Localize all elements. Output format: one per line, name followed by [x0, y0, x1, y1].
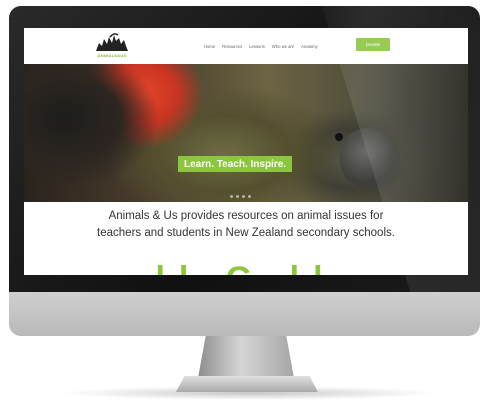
monitor-screen: ANIMALS&US Home Resources Lessons Who we…	[24, 28, 468, 275]
carousel-dot[interactable]	[248, 195, 251, 198]
carousel-dot[interactable]	[236, 195, 239, 198]
intro-text: Animals & Us provides resources on anima…	[24, 208, 468, 242]
parrot-beak	[340, 128, 400, 188]
site-navigation: ANIMALS&US Home Resources Lessons Who we…	[24, 28, 468, 64]
carousel-dots	[230, 195, 251, 198]
carousel-dot[interactable]	[230, 195, 233, 198]
nav-link-anatomy[interactable]: Anatomy	[301, 44, 318, 49]
nav-link-home[interactable]: Home	[204, 44, 215, 49]
carousel-dot[interactable]	[242, 195, 245, 198]
nav-links: Home Resources Lessons Who we are Anatom…	[204, 40, 318, 52]
hero-slogan: Learn. Teach. Inspire.	[178, 156, 293, 172]
animals-logo-icon	[96, 33, 128, 51]
site-logo[interactable]: ANIMALS&US	[90, 31, 134, 61]
section-heading-teaser: ll G ll	[24, 262, 468, 275]
hero-banner: Learn. Teach. Inspire.	[24, 64, 468, 202]
parrot-eye	[334, 132, 344, 142]
nav-link-lessons[interactable]: Lessons	[249, 44, 265, 49]
logo-text: ANIMALS&US	[97, 53, 127, 58]
monitor-stand-base	[176, 376, 318, 392]
intro-line-1: Animals & Us provides resources on anima…	[108, 210, 384, 222]
donate-button-label: Donate	[365, 42, 381, 47]
nav-link-who-we-are[interactable]: Who we are	[272, 44, 294, 49]
intro-line-2: teachers and students in New Zealand sec…	[97, 227, 395, 239]
monitor-chin	[9, 292, 480, 336]
monitor-stand-neck	[198, 336, 294, 378]
donate-button[interactable]: Donate	[356, 38, 390, 51]
nav-link-resources[interactable]: Resources	[222, 44, 242, 49]
